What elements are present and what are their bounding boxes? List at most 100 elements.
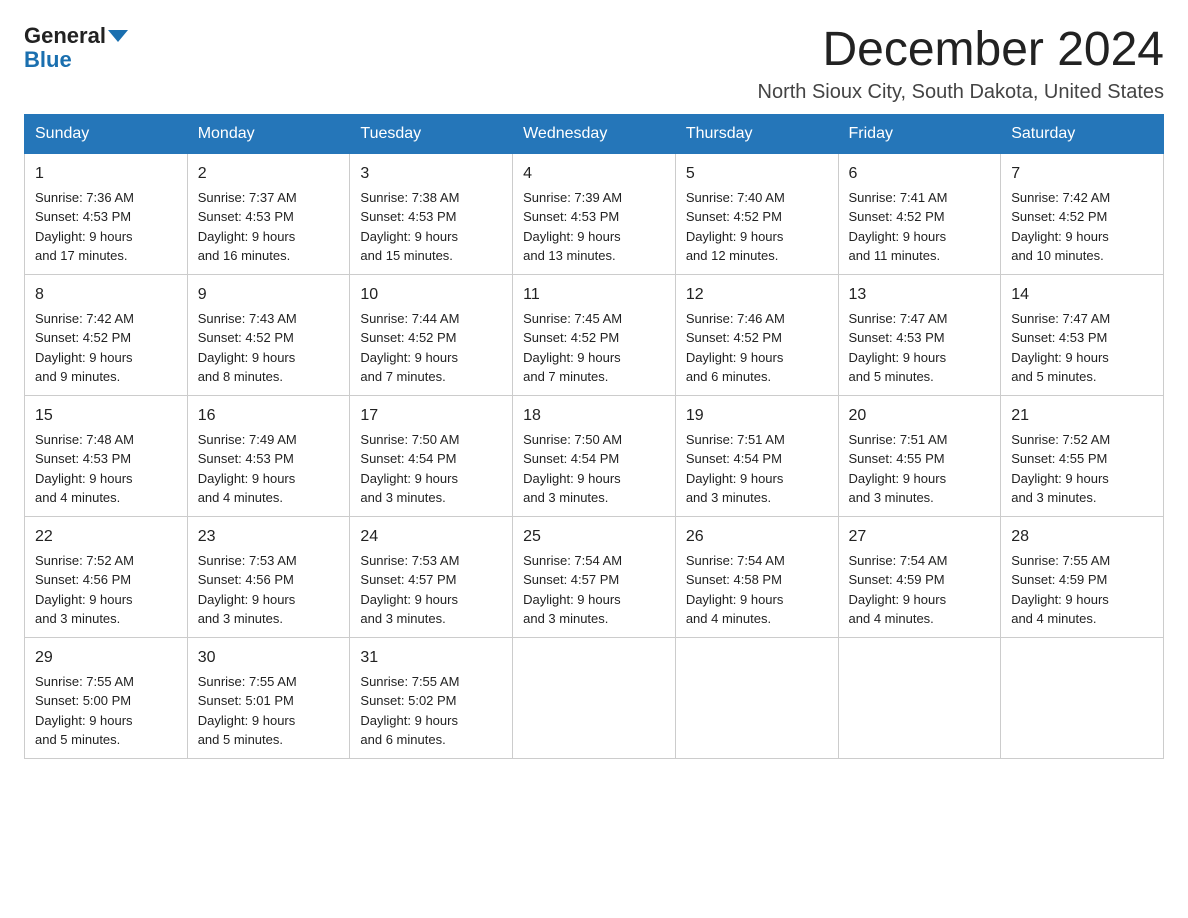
calendar-cell: 13 Sunrise: 7:47 AMSunset: 4:53 PMDaylig… xyxy=(838,274,1001,395)
day-number: 15 xyxy=(35,404,177,428)
header-thursday: Thursday xyxy=(675,114,838,153)
day-info: Sunrise: 7:36 AMSunset: 4:53 PMDaylight:… xyxy=(35,190,134,264)
day-info: Sunrise: 7:53 AMSunset: 4:57 PMDaylight:… xyxy=(360,553,459,627)
calendar-cell: 23 Sunrise: 7:53 AMSunset: 4:56 PMDaylig… xyxy=(187,516,350,637)
calendar-cell: 1 Sunrise: 7:36 AMSunset: 4:53 PMDayligh… xyxy=(25,153,188,274)
day-number: 28 xyxy=(1011,525,1153,549)
day-number: 8 xyxy=(35,283,177,307)
day-number: 21 xyxy=(1011,404,1153,428)
calendar-cell xyxy=(1001,637,1164,758)
day-number: 26 xyxy=(686,525,828,549)
calendar-cell: 11 Sunrise: 7:45 AMSunset: 4:52 PMDaylig… xyxy=(513,274,676,395)
day-info: Sunrise: 7:52 AMSunset: 4:55 PMDaylight:… xyxy=(1011,432,1110,506)
day-number: 10 xyxy=(360,283,502,307)
calendar-cell: 19 Sunrise: 7:51 AMSunset: 4:54 PMDaylig… xyxy=(675,395,838,516)
day-info: Sunrise: 7:54 AMSunset: 4:58 PMDaylight:… xyxy=(686,553,785,627)
calendar-cell: 7 Sunrise: 7:42 AMSunset: 4:52 PMDayligh… xyxy=(1001,153,1164,274)
day-info: Sunrise: 7:54 AMSunset: 4:59 PMDaylight:… xyxy=(849,553,948,627)
day-info: Sunrise: 7:50 AMSunset: 4:54 PMDaylight:… xyxy=(360,432,459,506)
logo: General Blue xyxy=(24,24,128,72)
day-number: 20 xyxy=(849,404,991,428)
calendar-cell: 21 Sunrise: 7:52 AMSunset: 4:55 PMDaylig… xyxy=(1001,395,1164,516)
calendar-cell: 30 Sunrise: 7:55 AMSunset: 5:01 PMDaylig… xyxy=(187,637,350,758)
calendar-cell: 26 Sunrise: 7:54 AMSunset: 4:58 PMDaylig… xyxy=(675,516,838,637)
day-info: Sunrise: 7:55 AMSunset: 5:02 PMDaylight:… xyxy=(360,674,459,748)
calendar-cell: 2 Sunrise: 7:37 AMSunset: 4:53 PMDayligh… xyxy=(187,153,350,274)
header-saturday: Saturday xyxy=(1001,114,1164,153)
calendar-cell: 4 Sunrise: 7:39 AMSunset: 4:53 PMDayligh… xyxy=(513,153,676,274)
day-number: 6 xyxy=(849,162,991,186)
day-info: Sunrise: 7:55 AMSunset: 5:01 PMDaylight:… xyxy=(198,674,297,748)
calendar-cell: 27 Sunrise: 7:54 AMSunset: 4:59 PMDaylig… xyxy=(838,516,1001,637)
day-number: 23 xyxy=(198,525,340,549)
calendar-cell: 18 Sunrise: 7:50 AMSunset: 4:54 PMDaylig… xyxy=(513,395,676,516)
calendar-cell: 29 Sunrise: 7:55 AMSunset: 5:00 PMDaylig… xyxy=(25,637,188,758)
calendar-cell: 25 Sunrise: 7:54 AMSunset: 4:57 PMDaylig… xyxy=(513,516,676,637)
day-number: 19 xyxy=(686,404,828,428)
calendar-cell: 10 Sunrise: 7:44 AMSunset: 4:52 PMDaylig… xyxy=(350,274,513,395)
calendar-cell xyxy=(838,637,1001,758)
day-number: 30 xyxy=(198,646,340,670)
calendar-cell xyxy=(513,637,676,758)
month-title: December 2024 xyxy=(758,24,1165,77)
calendar-cell: 20 Sunrise: 7:51 AMSunset: 4:55 PMDaylig… xyxy=(838,395,1001,516)
day-info: Sunrise: 7:42 AMSunset: 4:52 PMDaylight:… xyxy=(35,311,134,385)
calendar-cell: 12 Sunrise: 7:46 AMSunset: 4:52 PMDaylig… xyxy=(675,274,838,395)
day-info: Sunrise: 7:55 AMSunset: 5:00 PMDaylight:… xyxy=(35,674,134,748)
day-number: 9 xyxy=(198,283,340,307)
logo-blue-text: Blue xyxy=(24,48,72,72)
day-info: Sunrise: 7:53 AMSunset: 4:56 PMDaylight:… xyxy=(198,553,297,627)
day-number: 13 xyxy=(849,283,991,307)
calendar-week-row: 22 Sunrise: 7:52 AMSunset: 4:56 PMDaylig… xyxy=(25,516,1164,637)
day-number: 7 xyxy=(1011,162,1153,186)
day-info: Sunrise: 7:49 AMSunset: 4:53 PMDaylight:… xyxy=(198,432,297,506)
day-number: 18 xyxy=(523,404,665,428)
day-number: 27 xyxy=(849,525,991,549)
day-info: Sunrise: 7:42 AMSunset: 4:52 PMDaylight:… xyxy=(1011,190,1110,264)
logo-general-text: General xyxy=(24,24,106,48)
day-number: 24 xyxy=(360,525,502,549)
calendar-cell: 9 Sunrise: 7:43 AMSunset: 4:52 PMDayligh… xyxy=(187,274,350,395)
day-info: Sunrise: 7:40 AMSunset: 4:52 PMDaylight:… xyxy=(686,190,785,264)
day-info: Sunrise: 7:41 AMSunset: 4:52 PMDaylight:… xyxy=(849,190,948,264)
day-info: Sunrise: 7:47 AMSunset: 4:53 PMDaylight:… xyxy=(1011,311,1110,385)
day-info: Sunrise: 7:55 AMSunset: 4:59 PMDaylight:… xyxy=(1011,553,1110,627)
day-number: 1 xyxy=(35,162,177,186)
day-number: 29 xyxy=(35,646,177,670)
calendar-cell: 31 Sunrise: 7:55 AMSunset: 5:02 PMDaylig… xyxy=(350,637,513,758)
calendar-cell: 5 Sunrise: 7:40 AMSunset: 4:52 PMDayligh… xyxy=(675,153,838,274)
day-info: Sunrise: 7:54 AMSunset: 4:57 PMDaylight:… xyxy=(523,553,622,627)
day-info: Sunrise: 7:38 AMSunset: 4:53 PMDaylight:… xyxy=(360,190,459,264)
page-header: General Blue December 2024 North Sioux C… xyxy=(24,24,1164,104)
calendar-cell xyxy=(675,637,838,758)
day-number: 14 xyxy=(1011,283,1153,307)
logo-triangle-icon xyxy=(108,30,128,42)
day-number: 16 xyxy=(198,404,340,428)
day-info: Sunrise: 7:51 AMSunset: 4:54 PMDaylight:… xyxy=(686,432,785,506)
day-info: Sunrise: 7:39 AMSunset: 4:53 PMDaylight:… xyxy=(523,190,622,264)
calendar-cell: 8 Sunrise: 7:42 AMSunset: 4:52 PMDayligh… xyxy=(25,274,188,395)
calendar-week-row: 15 Sunrise: 7:48 AMSunset: 4:53 PMDaylig… xyxy=(25,395,1164,516)
day-info: Sunrise: 7:37 AMSunset: 4:53 PMDaylight:… xyxy=(198,190,297,264)
day-info: Sunrise: 7:50 AMSunset: 4:54 PMDaylight:… xyxy=(523,432,622,506)
day-number: 22 xyxy=(35,525,177,549)
header-tuesday: Tuesday xyxy=(350,114,513,153)
day-info: Sunrise: 7:51 AMSunset: 4:55 PMDaylight:… xyxy=(849,432,948,506)
calendar-cell: 17 Sunrise: 7:50 AMSunset: 4:54 PMDaylig… xyxy=(350,395,513,516)
calendar-table: Sunday Monday Tuesday Wednesday Thursday… xyxy=(24,114,1164,759)
day-info: Sunrise: 7:52 AMSunset: 4:56 PMDaylight:… xyxy=(35,553,134,627)
calendar-cell: 22 Sunrise: 7:52 AMSunset: 4:56 PMDaylig… xyxy=(25,516,188,637)
day-number: 3 xyxy=(360,162,502,186)
day-info: Sunrise: 7:44 AMSunset: 4:52 PMDaylight:… xyxy=(360,311,459,385)
calendar-week-row: 1 Sunrise: 7:36 AMSunset: 4:53 PMDayligh… xyxy=(25,153,1164,274)
day-number: 12 xyxy=(686,283,828,307)
day-info: Sunrise: 7:47 AMSunset: 4:53 PMDaylight:… xyxy=(849,311,948,385)
calendar-header-row: Sunday Monday Tuesday Wednesday Thursday… xyxy=(25,114,1164,153)
calendar-cell: 6 Sunrise: 7:41 AMSunset: 4:52 PMDayligh… xyxy=(838,153,1001,274)
calendar-week-row: 29 Sunrise: 7:55 AMSunset: 5:00 PMDaylig… xyxy=(25,637,1164,758)
day-number: 11 xyxy=(523,283,665,307)
day-number: 4 xyxy=(523,162,665,186)
calendar-cell: 14 Sunrise: 7:47 AMSunset: 4:53 PMDaylig… xyxy=(1001,274,1164,395)
calendar-cell: 28 Sunrise: 7:55 AMSunset: 4:59 PMDaylig… xyxy=(1001,516,1164,637)
calendar-cell: 16 Sunrise: 7:49 AMSunset: 4:53 PMDaylig… xyxy=(187,395,350,516)
